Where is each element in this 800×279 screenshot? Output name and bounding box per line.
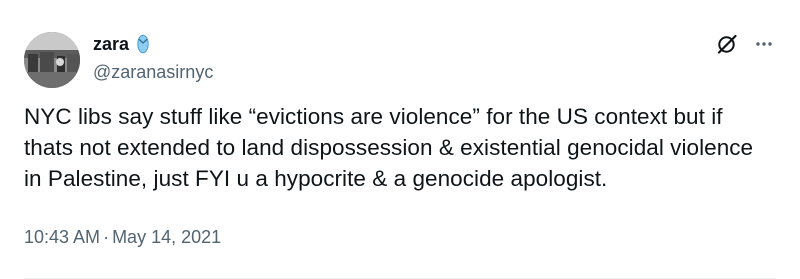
tweet-text: NYC libs say stuff like “evictions are v… xyxy=(24,104,760,191)
timestamp-date: May 14, 2021 xyxy=(112,227,222,247)
timestamp[interactable]: 10:43 AM · May 14, 2021 xyxy=(24,225,221,249)
tweet-card: zara @zaranasirnyc NYC libs say stuff li… xyxy=(0,0,800,279)
avatar[interactable] xyxy=(24,32,80,88)
name-row: zara xyxy=(93,33,213,55)
display-name[interactable]: zara xyxy=(93,33,129,55)
more-icon[interactable] xyxy=(754,34,774,54)
timestamp-time: 10:43 AM xyxy=(24,227,101,247)
timestamp-separator: · xyxy=(103,227,110,247)
user-handle[interactable]: @zaranasirnyc xyxy=(93,61,213,83)
grok-icon[interactable] xyxy=(716,33,738,55)
top-actions xyxy=(716,33,774,55)
author-block: zara @zaranasirnyc xyxy=(93,33,213,83)
flip-flop-icon xyxy=(136,34,150,54)
avatar-photo xyxy=(24,32,80,88)
